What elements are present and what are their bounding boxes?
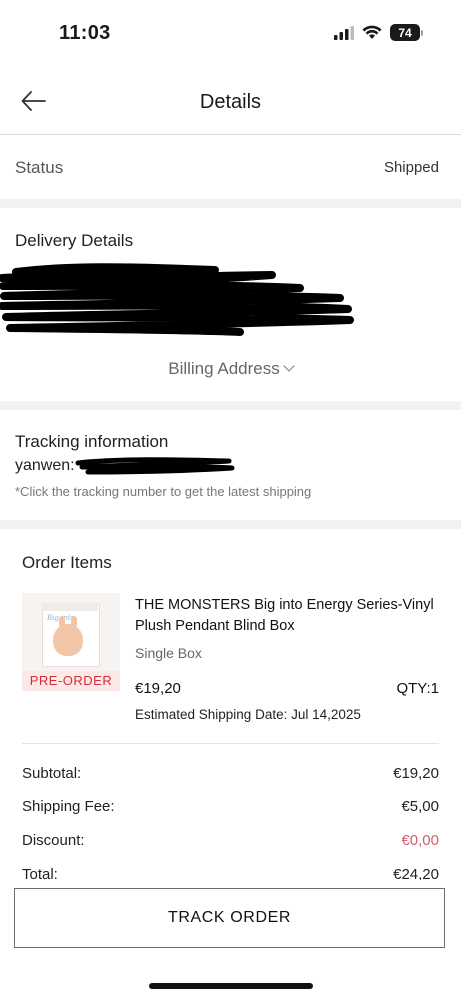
- discount-row: Discount: €0,00: [22, 832, 439, 852]
- product-variant: Single Box: [135, 645, 202, 661]
- chevron-down-icon: [283, 360, 295, 372]
- redacted-address: [0, 263, 354, 336]
- product-quantity: QTY:1: [396, 680, 439, 697]
- battery-level: 74: [390, 24, 420, 41]
- section-divider: [0, 199, 461, 208]
- status-icons: 74: [334, 24, 423, 41]
- order-status-row: Status Shipped: [0, 135, 461, 199]
- battery-icon: 74: [390, 24, 423, 41]
- status-bar: 11:03 74: [0, 0, 461, 66]
- subtotal-row: Subtotal: €19,20: [22, 765, 439, 785]
- discount-value: €0,00: [401, 832, 439, 849]
- page-title: Details: [199, 91, 262, 113]
- product-price: €19,20: [135, 680, 181, 697]
- billing-address-label: Billing Address: [168, 359, 280, 378]
- section-divider: [0, 520, 461, 529]
- discount-label: Discount:: [22, 832, 85, 849]
- summary-divider: [22, 743, 439, 744]
- subtotal-label: Subtotal:: [22, 765, 82, 782]
- subtotal-value: €19,20: [393, 765, 439, 782]
- delivery-details-title: Delivery Details: [15, 231, 134, 250]
- track-order-button[interactable]: TRACK ORDER: [14, 888, 445, 948]
- cellular-signal-icon: [334, 25, 354, 40]
- estimated-shipping-date: Estimated Shipping Date: Jul 14,2025: [135, 707, 361, 722]
- status-value: Shipped: [383, 159, 439, 176]
- section-divider: [0, 401, 461, 410]
- redacted-tracking-number: [75, 457, 235, 475]
- tracking-carrier[interactable]: yanwen:: [15, 457, 75, 475]
- product-name[interactable]: THE MONSTERS Big into Energy Series-Viny…: [135, 595, 440, 637]
- status-label: Status: [15, 158, 64, 177]
- nav-header: Details: [0, 72, 461, 135]
- wifi-icon: [362, 25, 382, 39]
- shipping-fee-row: Shipping Fee: €5,00: [22, 798, 439, 818]
- tracking-note: *Click the tracking number to get the la…: [15, 484, 312, 499]
- tracking-carrier-label: yanwen:: [15, 457, 75, 474]
- shipping-fee-value: €5,00: [401, 798, 439, 815]
- order-items-title: Order Items: [22, 553, 112, 572]
- billing-address-toggle[interactable]: Billing Address: [0, 359, 461, 379]
- status-time: 11:03: [59, 22, 111, 44]
- home-indicator: [149, 983, 313, 989]
- pre-order-badge: PRE-ORDER: [22, 671, 120, 691]
- product-box-image: Big into: [42, 603, 100, 667]
- shipping-fee-label: Shipping Fee:: [22, 798, 115, 815]
- product-thumbnail[interactable]: Big into PRE-ORDER: [22, 593, 120, 691]
- tracking-title: Tracking information: [15, 432, 169, 451]
